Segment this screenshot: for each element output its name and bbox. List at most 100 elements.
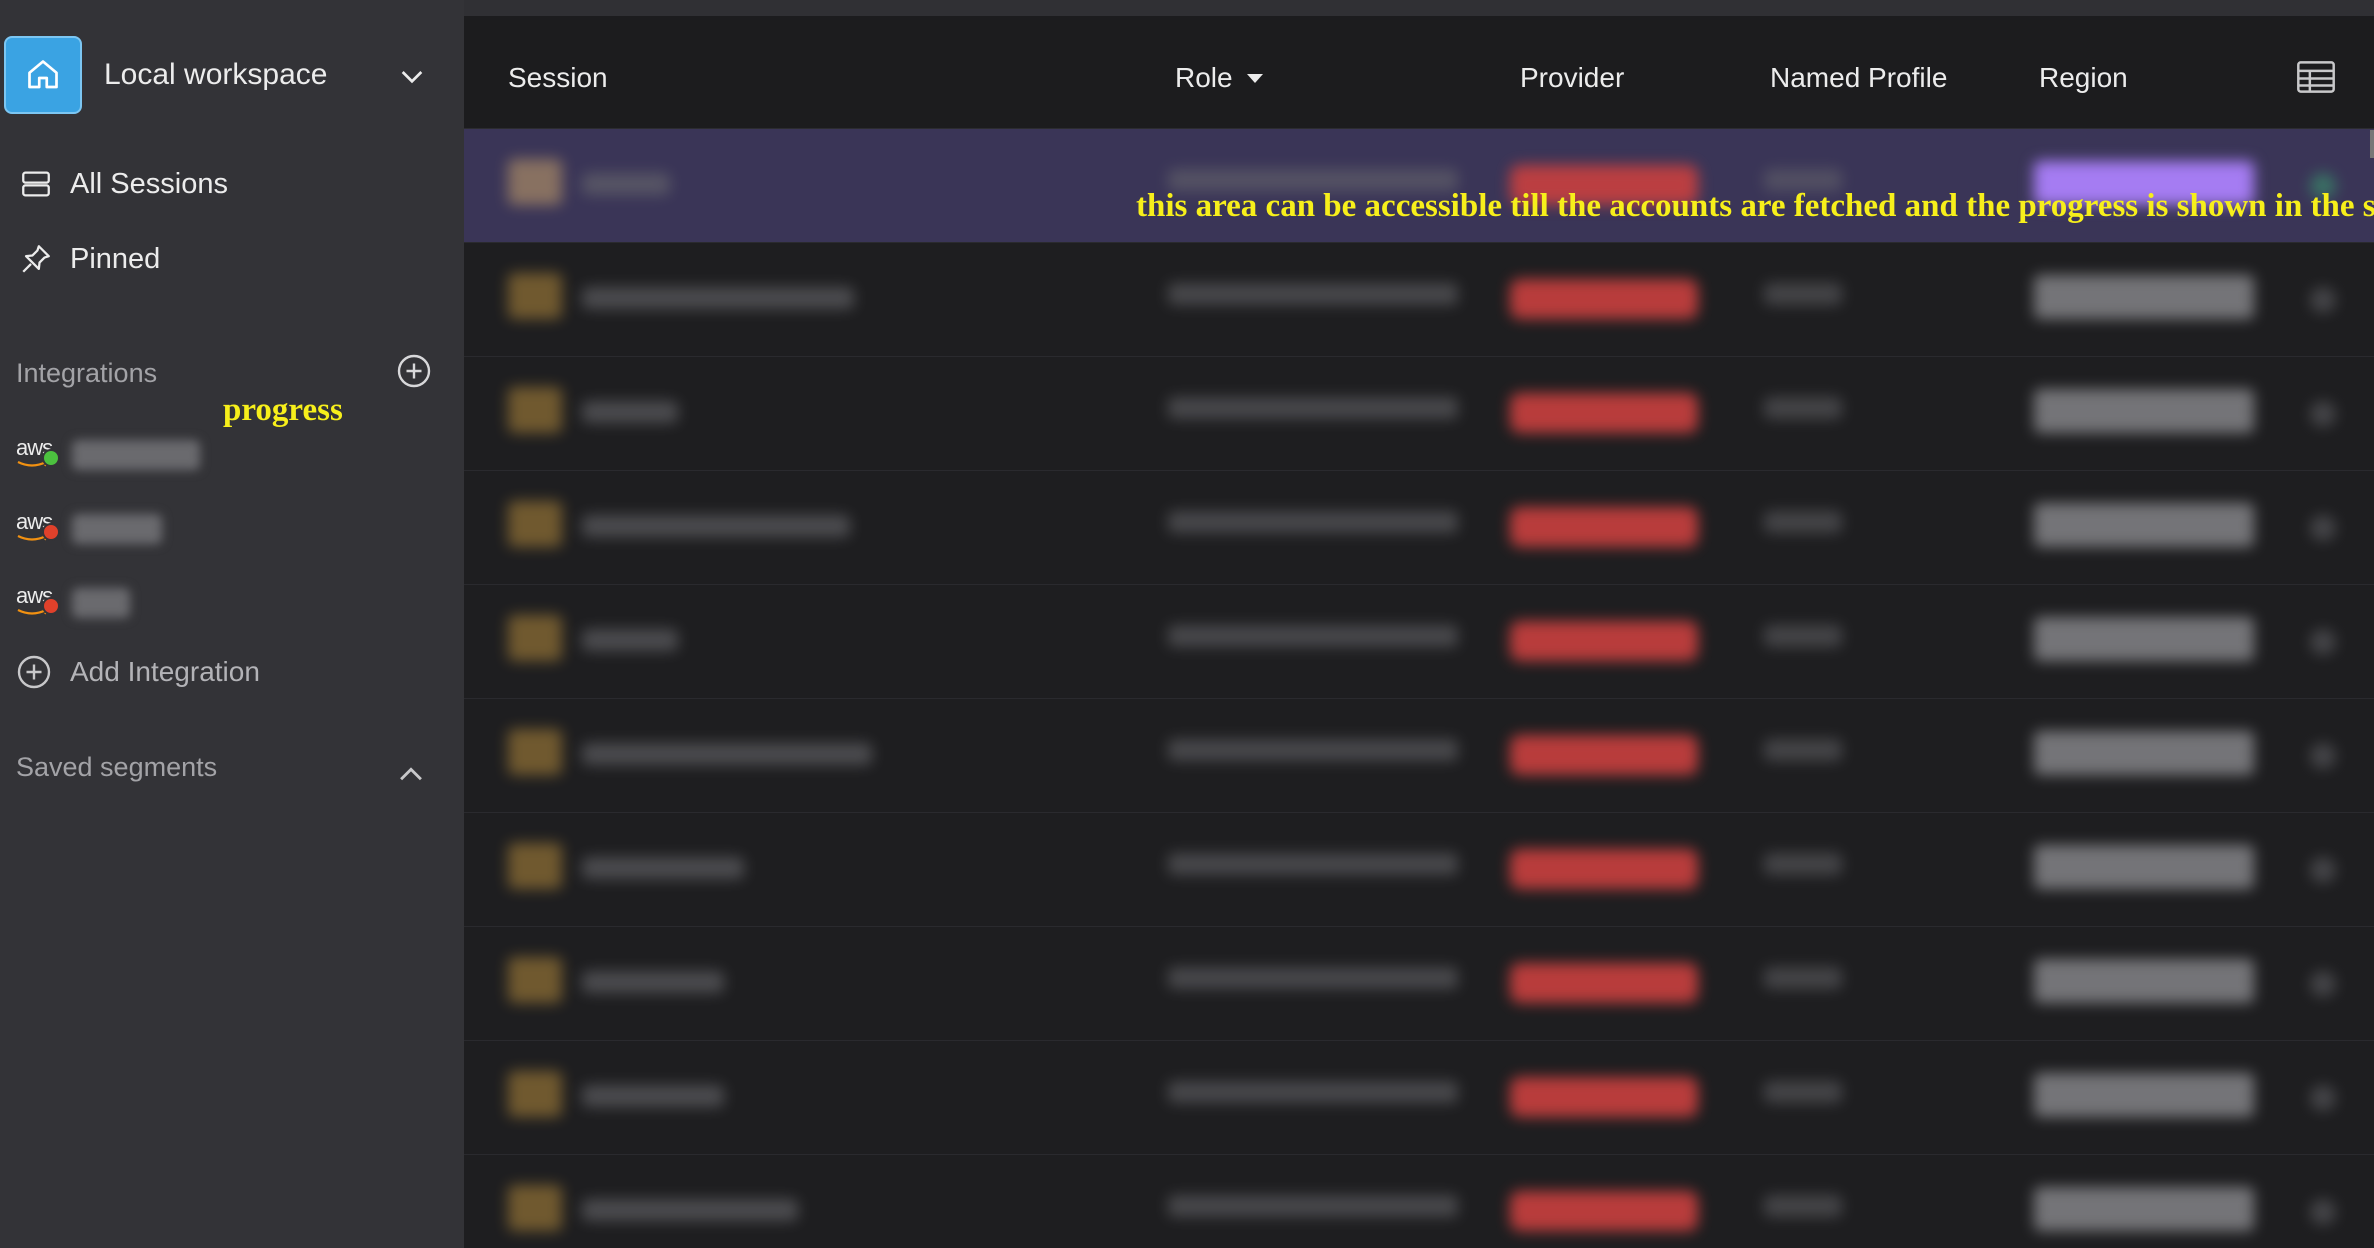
named-profile-redacted [1764,967,1842,989]
named-profile-redacted [1764,397,1842,419]
loading-annotation: this area can be accessible till the acc… [1136,188,2374,224]
plus-circle-icon [17,655,51,689]
integration-item[interactable]: aws [14,504,162,554]
named-profile-redacted [1764,511,1842,533]
role-redacted [1168,283,1458,305]
named-profile-redacted [1764,739,1842,761]
region-badge-redacted [2034,503,2254,547]
aws-logo-icon: aws [14,435,60,475]
column-header-role-label: Role [1175,62,1233,93]
integration-item[interactable]: aws [14,430,200,480]
window-top-bar [464,0,2374,16]
provider-badge-redacted [1510,849,1698,889]
table-row[interactable] [464,357,2374,471]
pin-toggle-icon[interactable] [2310,401,2336,427]
table-settings-icon[interactable] [2296,60,2336,94]
integration-name-redacted [72,588,130,618]
add-integration-label: Add Integration [70,656,260,687]
column-header-role[interactable]: Role [1175,62,1265,94]
provider-badge-redacted [1510,507,1698,547]
role-redacted [1168,967,1458,989]
role-redacted [1168,853,1458,875]
sidebar: Local workspace All Sessions Pinned Inte… [0,0,464,1248]
named-profile-redacted [1764,1081,1842,1103]
sort-caret-icon [1246,74,1263,83]
add-integration-button[interactable]: Add Integration [16,654,260,690]
session-logo-redacted [508,159,562,205]
region-badge-redacted [2034,731,2254,775]
table-row[interactable] [464,927,2374,1041]
status-dot-icon [42,523,60,541]
pin-toggle-icon[interactable] [2310,857,2336,883]
pin-toggle-icon[interactable] [2310,1199,2336,1225]
home-icon [28,60,58,89]
role-redacted [1168,397,1458,419]
pin-toggle-icon[interactable] [2310,515,2336,541]
column-header-provider[interactable]: Provider [1520,62,1624,94]
region-badge-redacted [2034,1187,2254,1231]
aws-logo-icon: aws [14,509,60,549]
named-profile-redacted [1764,625,1842,647]
integration-item[interactable]: aws [14,578,130,628]
column-header-named-profile[interactable]: Named Profile [1770,62,1947,94]
add-integration-icon[interactable] [396,353,432,389]
session-name-redacted [582,1085,724,1107]
nav-all-sessions[interactable]: All Sessions [16,160,228,208]
session-name-redacted [582,971,724,993]
pin-toggle-icon[interactable] [2310,743,2336,769]
table-row[interactable] [464,129,2374,243]
region-badge-redacted [2034,959,2254,1003]
session-logo-redacted [508,957,562,1003]
app-window: Local workspace All Sessions Pinned Inte… [0,0,2374,1248]
role-redacted [1168,1195,1458,1217]
pin-toggle-icon[interactable] [2310,287,2336,313]
saved-segments-heading[interactable]: Saved segments [16,752,217,783]
nav-all-sessions-label: All Sessions [70,167,228,200]
pin-toggle-icon[interactable] [2310,1085,2336,1111]
session-logo-redacted [508,615,562,661]
region-badge-redacted [2034,275,2254,319]
region-badge-redacted [2034,617,2254,661]
provider-badge-redacted [1510,393,1698,433]
chevron-down-icon[interactable] [396,60,428,92]
integration-name-redacted [72,514,162,544]
session-logo-redacted [508,1071,562,1117]
column-header-session[interactable]: Session [508,62,608,94]
session-logo-redacted [508,501,562,547]
region-badge-redacted [2034,845,2254,889]
session-name-redacted [582,515,850,537]
table-row[interactable] [464,1155,2374,1248]
region-badge-redacted [2034,1073,2254,1117]
provider-badge-redacted [1510,1191,1698,1231]
table-row[interactable] [464,585,2374,699]
table-row[interactable] [464,471,2374,585]
status-dot-icon [42,449,60,467]
status-dot-icon [42,597,60,615]
session-logo-redacted [508,273,562,319]
workspace-title[interactable]: Local workspace [104,58,327,92]
role-redacted [1168,739,1458,761]
table-row[interactable] [464,1041,2374,1155]
nav-pinned[interactable]: Pinned [16,235,160,283]
table-row[interactable] [464,813,2374,927]
column-header-region[interactable]: Region [2039,62,2128,94]
sessions-table: Session Role Provider Named Profile Regi… [464,16,2374,1248]
nav-pinned-label: Pinned [70,242,161,275]
chevron-up-icon[interactable] [394,758,428,792]
workspace-home-button[interactable] [4,36,82,114]
scrollbar[interactable] [2370,130,2374,158]
pin-toggle-icon[interactable] [2310,971,2336,997]
table-row[interactable] [464,243,2374,357]
integration-name-redacted [72,440,200,470]
pin-toggle-icon[interactable] [2310,629,2336,655]
table-row[interactable] [464,699,2374,813]
aws-logo-icon: aws [14,583,60,623]
table-header: Session Role Provider Named Profile Regi… [464,16,2374,129]
session-name-redacted [582,287,854,309]
named-profile-redacted [1764,853,1842,875]
session-name-redacted [582,1199,798,1221]
session-logo-redacted [508,843,562,889]
sessions-list-icon [16,164,56,204]
role-redacted [1168,625,1458,647]
session-name-redacted [582,857,744,879]
